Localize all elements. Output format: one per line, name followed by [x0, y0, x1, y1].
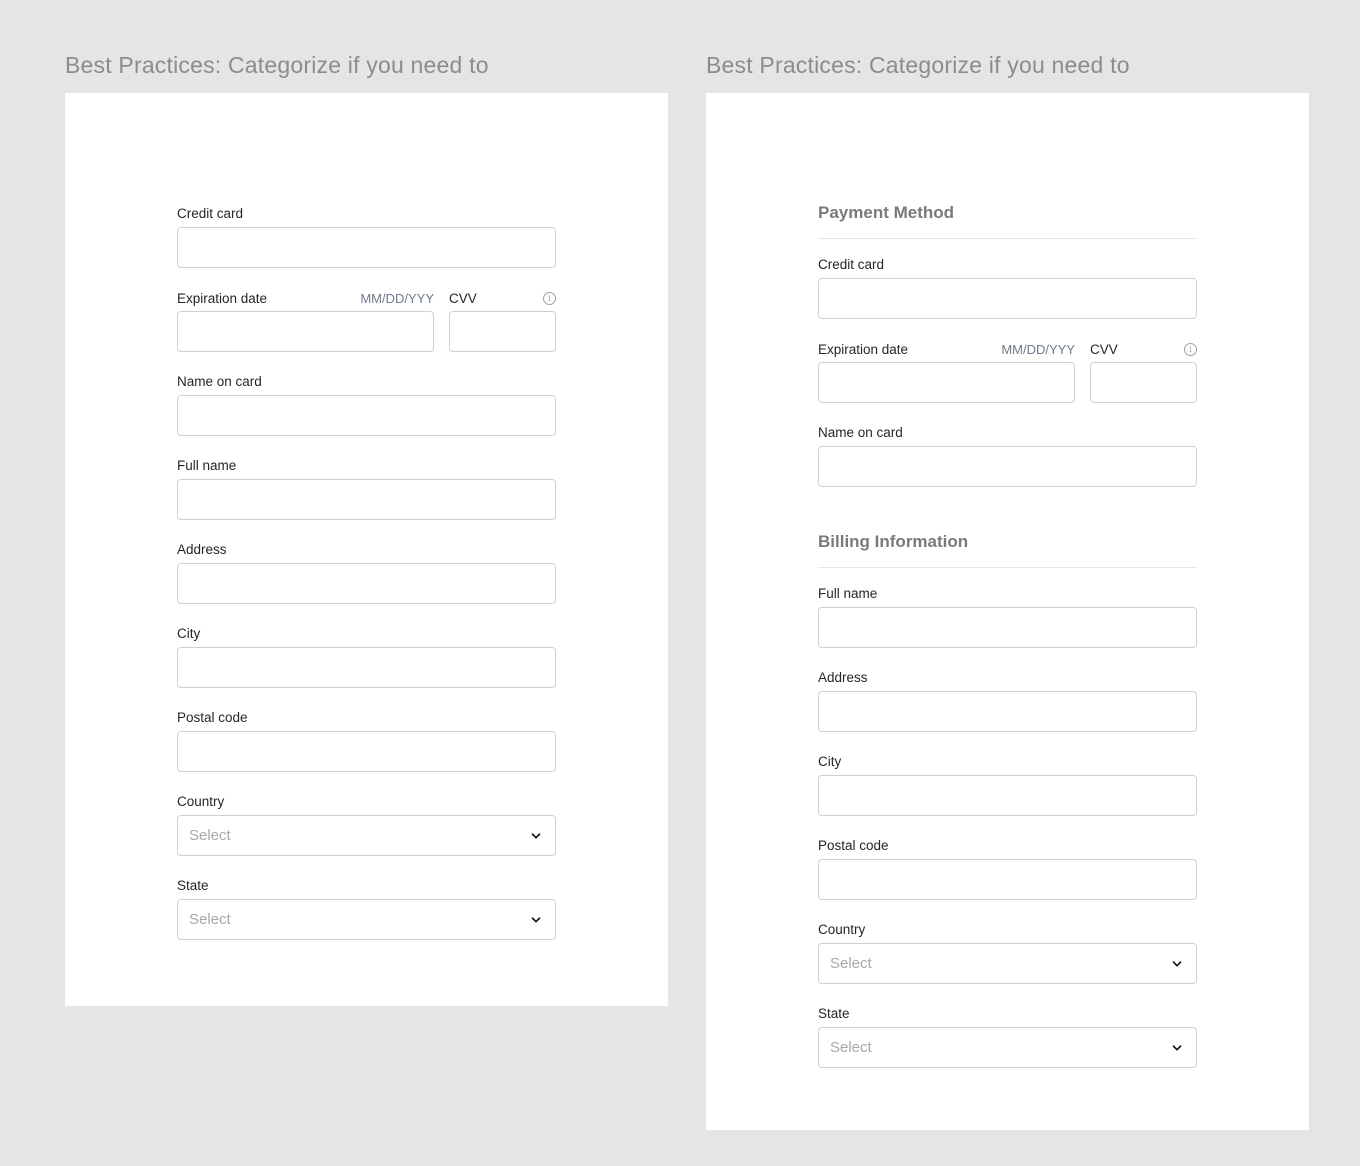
section-divider: [818, 567, 1197, 568]
name-on-card-input[interactable]: [818, 446, 1197, 487]
city-field: City: [818, 754, 1197, 816]
state-select-value: Select: [189, 911, 231, 928]
postal-code-field: Postal code: [177, 710, 556, 772]
country-select[interactable]: Select: [177, 815, 556, 856]
name-on-card-field: Name on card: [818, 425, 1197, 487]
city-input[interactable]: [177, 647, 556, 688]
address-label: Address: [818, 670, 868, 685]
billing-information-heading: Billing Information: [818, 532, 969, 551]
section-divider: [818, 238, 1197, 239]
chevron-down-icon: [531, 832, 541, 839]
expiration-date-label: Expiration date: [177, 290, 268, 306]
credit-card-label: Credit card: [818, 257, 885, 272]
expiration-date-hint: MM/DD/YYY: [1001, 341, 1075, 357]
chevron-down-icon: [1172, 1044, 1182, 1051]
cvv-field: CVV i: [1090, 341, 1197, 403]
city-input[interactable]: [818, 775, 1197, 816]
postal-code-input[interactable]: [177, 731, 556, 772]
name-on-card-field: Name on card: [177, 374, 556, 436]
country-select[interactable]: Select: [818, 943, 1197, 984]
payment-method-heading: Payment Method: [818, 203, 955, 222]
postal-code-field: Postal code: [818, 838, 1197, 900]
credit-card-input[interactable]: [818, 278, 1197, 319]
country-label: Country: [818, 922, 866, 937]
country-field: Country Select: [818, 922, 1197, 984]
city-field: City: [177, 626, 556, 688]
full-name-field: Full name: [818, 586, 1197, 648]
name-on-card-label: Name on card: [818, 425, 903, 440]
cvv-label: CVV: [1090, 341, 1118, 357]
chevron-down-icon: [1172, 960, 1182, 967]
city-label: City: [818, 754, 842, 769]
credit-card-label: Credit card: [177, 206, 244, 221]
expiration-cvv-row: Expiration date MM/DD/YYY CVV i: [177, 290, 556, 352]
left-checkout-form: Credit card Expiration date MM/DD/YYY CV…: [177, 206, 556, 962]
full-name-label: Full name: [818, 586, 878, 601]
address-field: Address: [818, 670, 1197, 732]
state-field: State Select: [818, 1006, 1197, 1068]
name-on-card-input[interactable]: [177, 395, 556, 436]
expiration-date-hint: MM/DD/YYY: [360, 290, 434, 306]
expiration-date-label: Expiration date: [818, 341, 909, 357]
expiration-date-field: Expiration date MM/DD/YYY: [177, 290, 434, 352]
state-label: State: [177, 878, 209, 893]
name-on-card-label: Name on card: [177, 374, 262, 389]
expiration-cvv-row: Expiration date MM/DD/YYY CVV i: [818, 341, 1197, 403]
left-form-card: Credit card Expiration date MM/DD/YYY CV…: [65, 93, 668, 1006]
cvv-input[interactable]: [1090, 362, 1197, 403]
cvv-field: CVV i: [449, 290, 556, 352]
expiration-date-input[interactable]: [818, 362, 1075, 403]
country-label: Country: [177, 794, 225, 809]
left-panel-title: Best Practices: Categorize if you need t…: [65, 52, 489, 78]
state-select[interactable]: Select: [177, 899, 556, 940]
postal-code-input[interactable]: [818, 859, 1197, 900]
credit-card-field: Credit card: [177, 206, 556, 268]
full-name-input[interactable]: [818, 607, 1197, 648]
country-select-value: Select: [189, 827, 231, 844]
state-select-value: Select: [830, 1039, 872, 1056]
right-panel-title: Best Practices: Categorize if you need t…: [706, 52, 1130, 78]
cvv-label: CVV: [449, 290, 477, 306]
right-checkout-form: Payment Method Credit card Expiration da…: [818, 203, 1197, 1090]
info-icon[interactable]: i: [543, 291, 556, 305]
state-label: State: [818, 1006, 850, 1021]
full-name-label: Full name: [177, 458, 237, 473]
info-icon[interactable]: i: [1184, 342, 1197, 356]
postal-code-label: Postal code: [177, 710, 248, 725]
country-select-value: Select: [830, 955, 872, 972]
credit-card-field: Credit card: [818, 257, 1197, 319]
address-input[interactable]: [818, 691, 1197, 732]
cvv-input[interactable]: [449, 311, 556, 352]
address-label: Address: [177, 542, 227, 557]
expiration-date-input[interactable]: [177, 311, 434, 352]
chevron-down-icon: [531, 916, 541, 923]
credit-card-input[interactable]: [177, 227, 556, 268]
expiration-date-field: Expiration date MM/DD/YYY: [818, 341, 1075, 403]
state-select[interactable]: Select: [818, 1027, 1197, 1068]
full-name-field: Full name: [177, 458, 556, 520]
right-form-card: Payment Method Credit card Expiration da…: [706, 93, 1309, 1130]
state-field: State Select: [177, 878, 556, 940]
address-input[interactable]: [177, 563, 556, 604]
full-name-input[interactable]: [177, 479, 556, 520]
city-label: City: [177, 626, 201, 641]
postal-code-label: Postal code: [818, 838, 889, 853]
address-field: Address: [177, 542, 556, 604]
country-field: Country Select: [177, 794, 556, 856]
